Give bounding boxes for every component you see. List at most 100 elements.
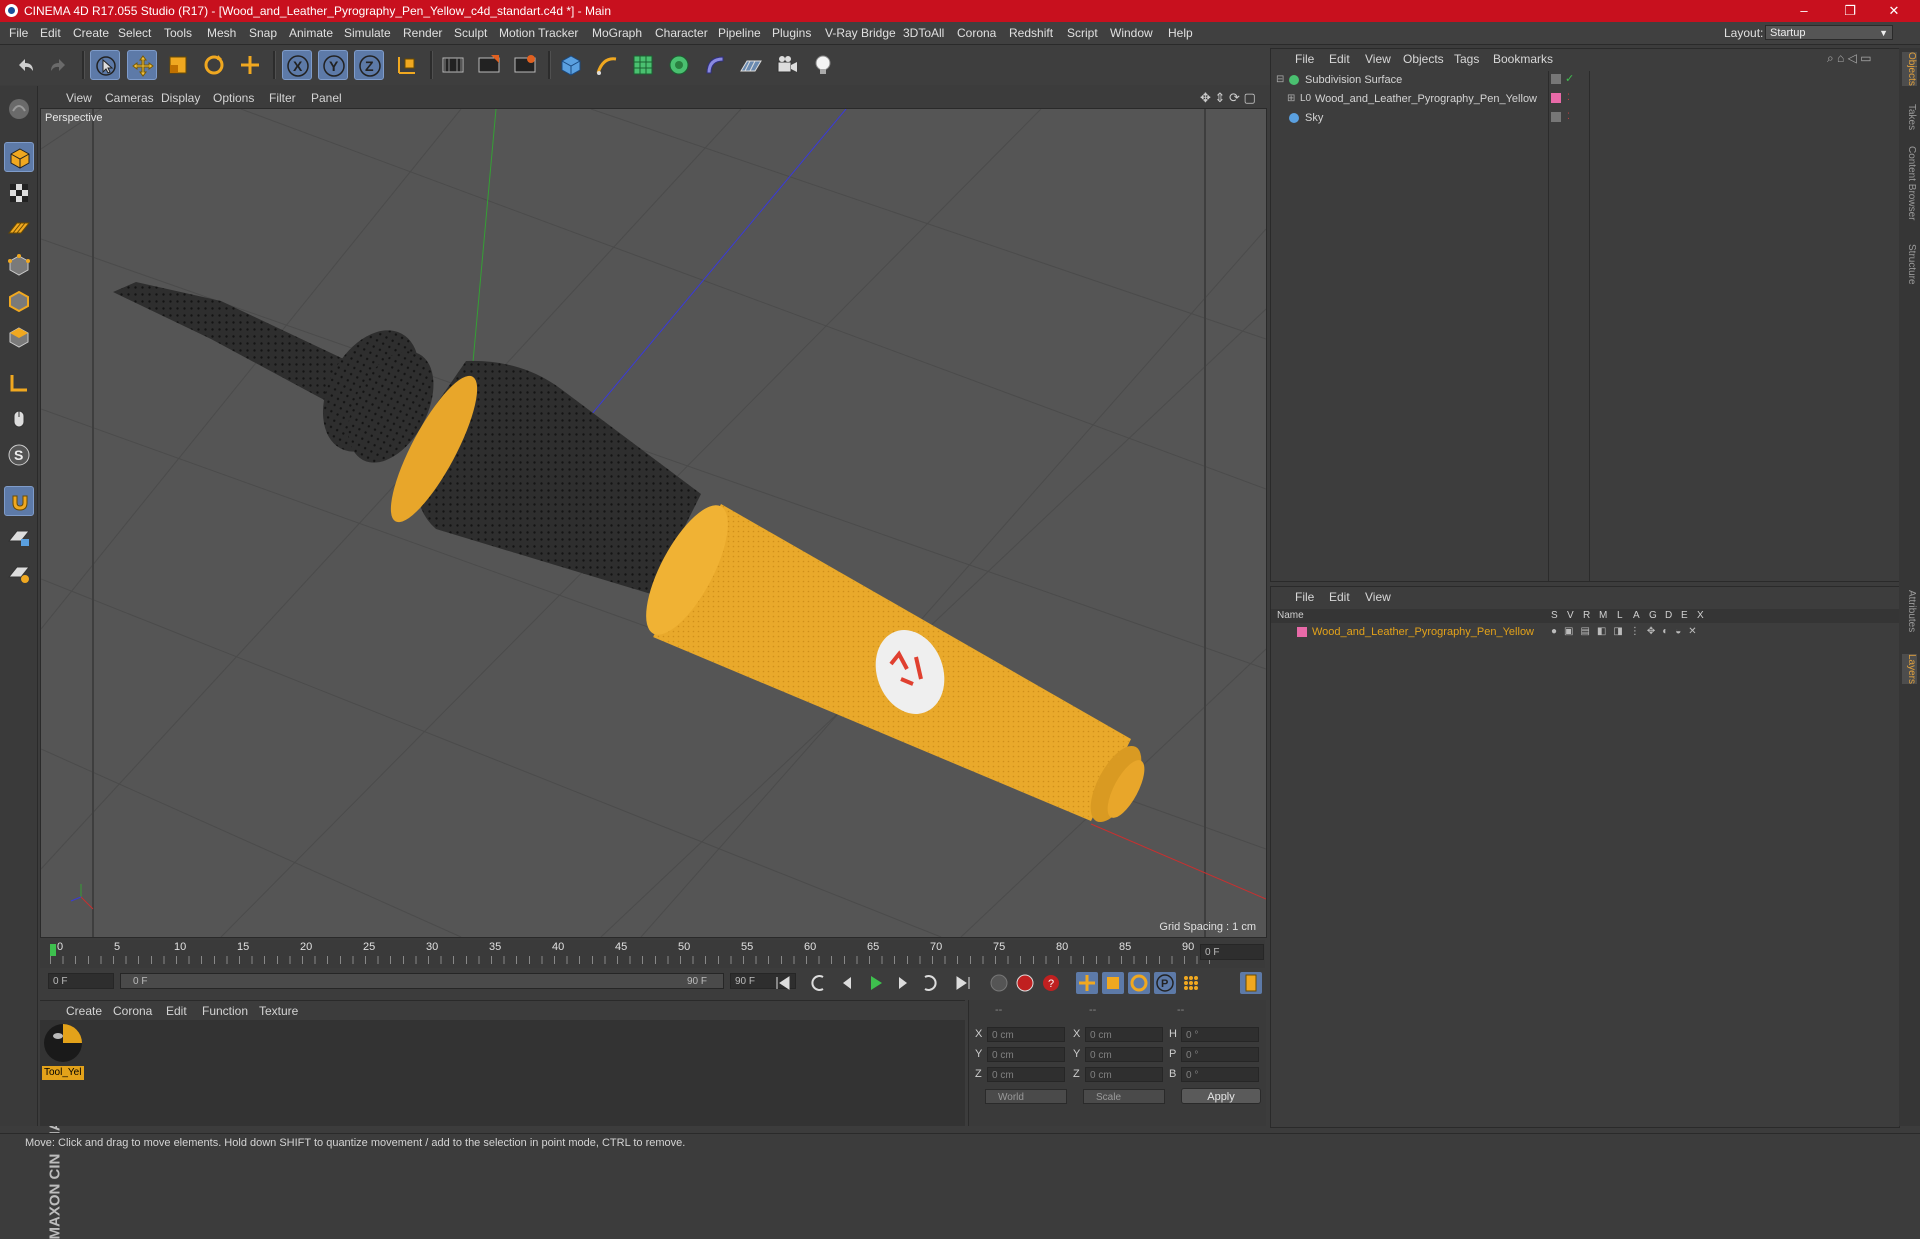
visibility-toggle[interactable] <box>1551 74 1561 84</box>
model-mode-button[interactable] <box>4 142 34 172</box>
go-to-start-icon[interactable] <box>772 972 794 994</box>
make-editable-button[interactable] <box>4 94 34 124</box>
live-selection-button[interactable] <box>90 50 120 80</box>
frame-range-slider[interactable]: 0 F 90 F <box>120 973 724 989</box>
expand-icon[interactable]: ⊞ <box>1287 93 1295 104</box>
menu-select[interactable]: Select <box>118 26 151 40</box>
size-x-field[interactable]: 0 cm <box>1085 1027 1163 1042</box>
viewport-menu-view[interactable]: View <box>66 91 92 105</box>
menu-motion-tracker[interactable]: Motion Tracker <box>499 26 578 40</box>
redo-button[interactable] <box>44 50 74 80</box>
position-y-field[interactable]: 0 cm <box>987 1047 1065 1062</box>
key-rotation-icon[interactable] <box>1128 972 1150 994</box>
edges-mode-button[interactable] <box>4 286 34 316</box>
layer-menu-file[interactable]: File <box>1295 590 1314 604</box>
position-z-field[interactable]: 0 cm <box>987 1067 1065 1082</box>
keyframe-selection-icon[interactable]: ? <box>1040 972 1062 994</box>
menu-corona[interactable]: Corona <box>957 26 996 40</box>
coordinate-system-button[interactable] <box>392 50 422 80</box>
deformer-button[interactable] <box>700 50 730 80</box>
object-menu-tags[interactable]: Tags <box>1454 52 1479 66</box>
layer-menu-view[interactable]: View <box>1365 590 1391 604</box>
viewport-nav-icons[interactable]: ✥ ⇕ ⟳ ▢ <box>1200 90 1256 106</box>
viewport-menu-display[interactable]: Display <box>161 91 200 105</box>
lock-workplane-button[interactable] <box>4 522 34 552</box>
magnet-button[interactable] <box>4 486 34 516</box>
timeline-ruler[interactable]: 0 5 10 15 20 25 30 35 40 45 50 55 60 65 … <box>40 940 1265 968</box>
viewport-menu-cameras[interactable]: Cameras <box>105 91 154 105</box>
minimize-button[interactable]: – <box>1782 0 1826 22</box>
camera-object-button[interactable] <box>772 50 802 80</box>
key-scale-icon[interactable] <box>1102 972 1124 994</box>
record-keys-icon[interactable] <box>988 972 1010 994</box>
menu-tools[interactable]: Tools <box>164 26 192 40</box>
layout-select[interactable]: Startup ▼ <box>1765 25 1893 40</box>
key-pla-icon[interactable] <box>1180 972 1202 994</box>
menu-window[interactable]: Window <box>1110 26 1153 40</box>
playhead-marker[interactable] <box>50 944 56 956</box>
menu-script[interactable]: Script <box>1067 26 1098 40</box>
layer-flag-icons[interactable]: ●▣▤◧◨⋮✥◐◒✕ <box>1551 626 1704 637</box>
rotation-h-field[interactable]: 0 ° <box>1181 1027 1259 1042</box>
auto-key-icon[interactable] <box>1014 972 1036 994</box>
size-z-field[interactable]: 0 cm <box>1085 1067 1163 1082</box>
object-row-sky[interactable]: Sky ⁚ <box>1271 109 1899 128</box>
menu-edit[interactable]: Edit <box>40 26 61 40</box>
object-name[interactable]: Sky <box>1305 112 1323 124</box>
object-menu-file[interactable]: File <box>1295 52 1314 66</box>
viewport-menu-panel[interactable]: Panel <box>311 91 342 105</box>
recent-tool-button[interactable] <box>235 50 265 80</box>
layer-color-swatch[interactable] <box>1297 627 1307 637</box>
rotation-p-field[interactable]: 0 ° <box>1181 1047 1259 1062</box>
layer-name[interactable]: Wood_and_Leather_Pyrography_Pen_Yellow <box>1312 626 1534 638</box>
visibility-dots-icon[interactable]: ⁚ <box>1567 92 1570 103</box>
subdivision-surface-button[interactable] <box>628 50 658 80</box>
menu-help[interactable]: Help <box>1168 26 1193 40</box>
tab-objects[interactable]: Objects <box>1902 52 1917 86</box>
apply-button[interactable]: Apply <box>1181 1088 1261 1104</box>
menu-pipeline[interactable]: Pipeline <box>718 26 761 40</box>
key-parameter-icon[interactable]: P <box>1154 972 1176 994</box>
tweak-mode-button[interactable] <box>4 404 34 434</box>
layer-menu-edit[interactable]: Edit <box>1329 590 1350 604</box>
viewport-perspective[interactable]: Perspective Grid Spacing : 1 cm <box>40 108 1267 938</box>
viewport-menu-filter[interactable]: Filter <box>269 91 296 105</box>
visibility-dots-icon[interactable]: ⁚ <box>1567 111 1570 122</box>
rotation-b-field[interactable]: 0 ° <box>1181 1067 1259 1082</box>
material-name[interactable]: Tool_Yel <box>42 1066 84 1080</box>
object-menu-view[interactable]: View <box>1365 52 1391 66</box>
key-position-icon[interactable] <box>1076 972 1098 994</box>
tab-structure[interactable]: Structure <box>1902 244 1917 285</box>
menu-animate[interactable]: Animate <box>289 26 333 40</box>
next-frame-icon[interactable] <box>892 972 914 994</box>
material-menu-function[interactable]: Function <box>202 1004 248 1018</box>
object-menu-objects[interactable]: Objects <box>1403 52 1444 66</box>
menu-mesh[interactable]: Mesh <box>207 26 236 40</box>
previous-key-icon[interactable] <box>808 972 830 994</box>
coordinate-mode-select[interactable]: World <box>985 1089 1067 1104</box>
floor-object-button[interactable] <box>736 50 766 80</box>
enabled-check-icon[interactable]: ✓ <box>1565 72 1574 85</box>
menu-vray-bridge[interactable]: V-Ray Bridge <box>825 26 896 40</box>
viewport-menu-options[interactable]: Options <box>213 91 254 105</box>
current-frame-field[interactable]: 0 F <box>1200 944 1264 960</box>
texture-mode-button[interactable] <box>4 178 34 208</box>
y-axis-lock-button[interactable]: Y <box>318 50 348 80</box>
undo-button[interactable] <box>10 50 40 80</box>
material-menu-corona[interactable]: Corona <box>113 1004 152 1018</box>
material-menu-create[interactable]: Create <box>66 1004 102 1018</box>
planar-workplane-button[interactable] <box>4 558 34 588</box>
timeline-window-icon[interactable] <box>1240 972 1262 994</box>
polygons-mode-button[interactable] <box>4 322 34 352</box>
visibility-toggle[interactable] <box>1551 112 1561 122</box>
tab-takes[interactable]: Takes <box>1902 104 1917 130</box>
points-mode-button[interactable] <box>4 250 34 280</box>
material-thumbnail[interactable] <box>42 1022 84 1064</box>
menu-3dtoall[interactable]: 3DToAll <box>903 26 944 40</box>
menu-render[interactable]: Render <box>403 26 442 40</box>
expand-icon[interactable]: ⊟ <box>1276 74 1284 85</box>
object-row-subdivision-surface[interactable]: ⊟ Subdivision Surface ✓ <box>1271 71 1899 90</box>
start-frame-field[interactable]: 0 F <box>48 973 114 989</box>
menu-simulate[interactable]: Simulate <box>344 26 391 40</box>
snap-button[interactable]: S <box>4 440 34 470</box>
